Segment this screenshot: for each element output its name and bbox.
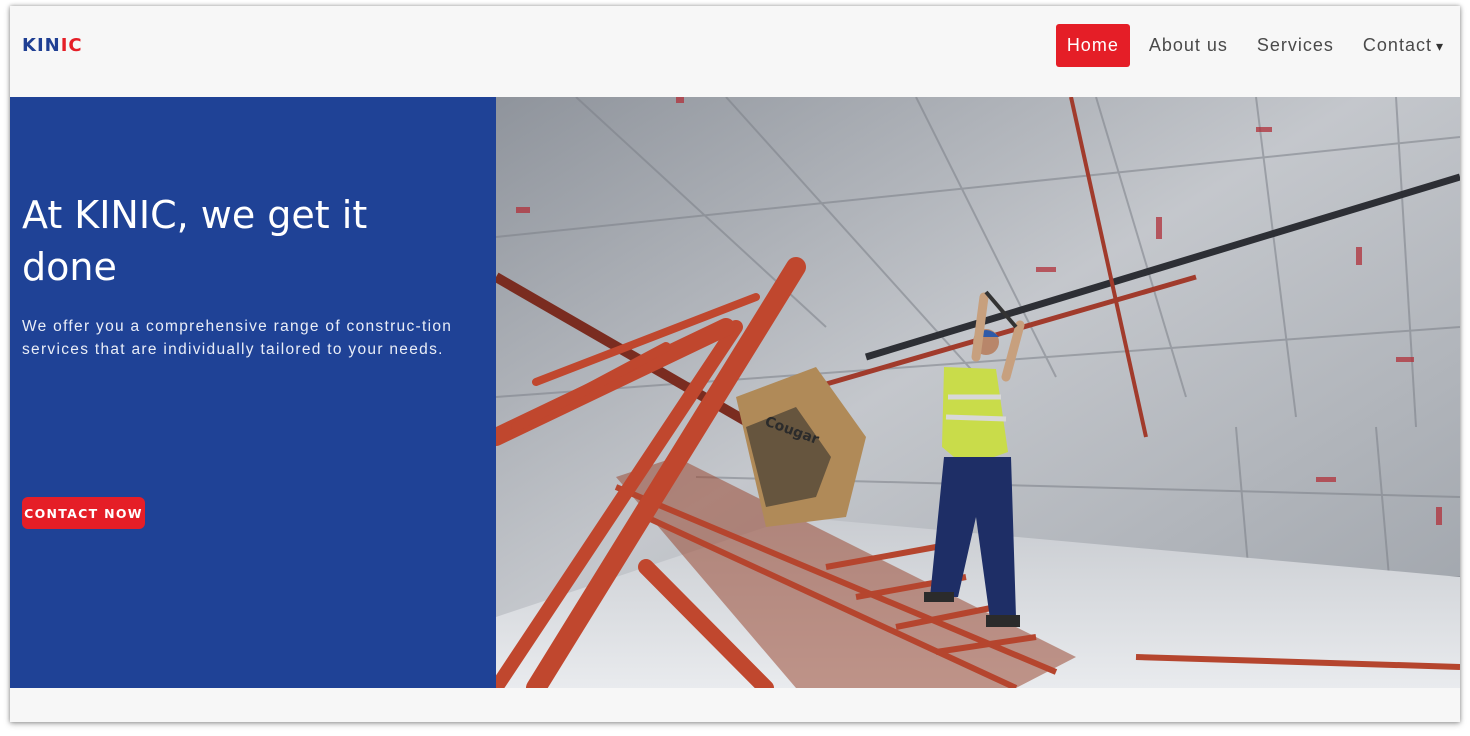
logo-text-kin: KIN (22, 35, 61, 56)
hero-description: We offer you a comprehensive range of co… (22, 318, 453, 358)
nav-item-contact-label: Contact (1362, 35, 1432, 55)
caret-down-icon: ▾ (1435, 38, 1444, 54)
nav-item-services[interactable]: Services (1247, 24, 1344, 67)
page-frame: KINIC Home About us Services Contact ▾ At… (10, 6, 1460, 722)
hero-panel (10, 97, 496, 688)
site-logo[interactable]: KINIC (22, 35, 83, 56)
contact-now-button[interactable]: CONTACT NOW (22, 497, 145, 529)
logo-text-ic: IC (60, 35, 83, 56)
nav-item-home[interactable]: Home (1055, 24, 1130, 67)
nav-item-about-us[interactable]: About us (1139, 24, 1238, 67)
main-nav: Home About us Services Contact ▾ (1055, 24, 1454, 67)
nav-item-contact[interactable]: Contact ▾ (1353, 24, 1454, 67)
site-header: KINIC Home About us Services Contact ▾ (10, 6, 1460, 96)
hero-image-construction-worker: Cougar (496, 97, 1460, 688)
hero-title: At KINIC, we get it done (22, 193, 368, 289)
hero-photo-illustration: Cougar (496, 97, 1460, 688)
footer-strip (10, 688, 1460, 722)
